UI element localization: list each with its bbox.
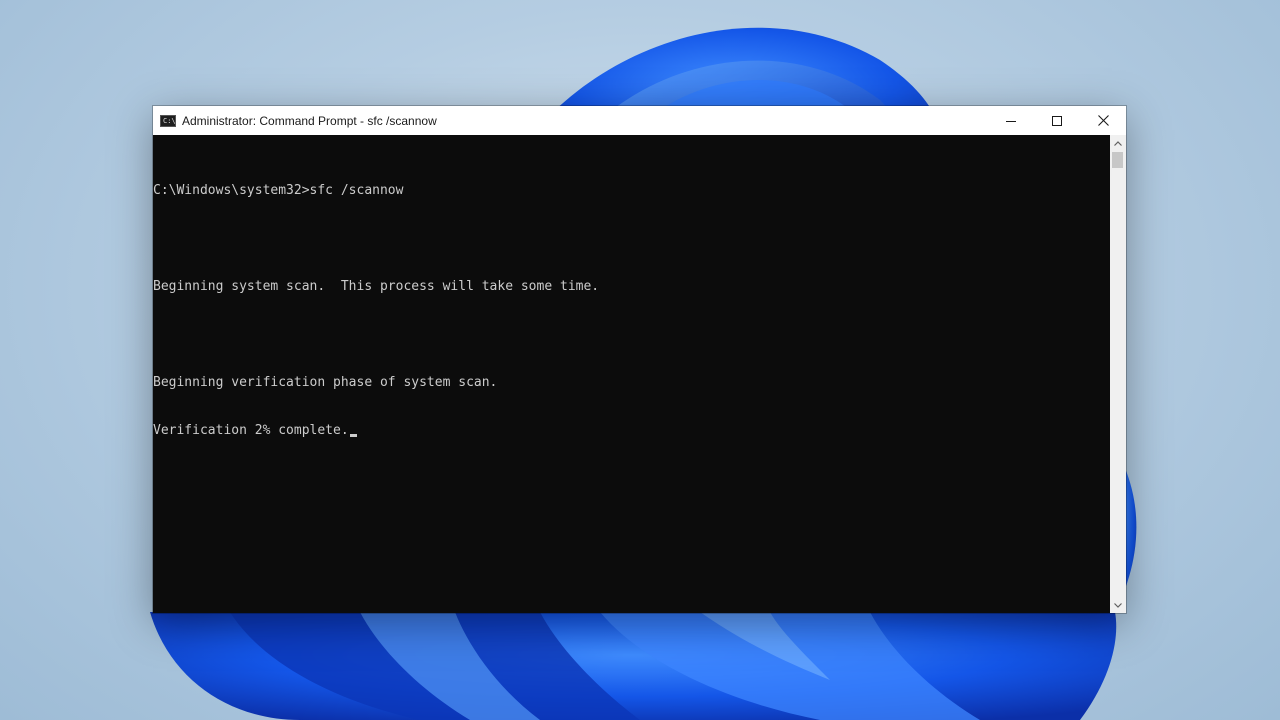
console-line-current: Verification 2% complete. bbox=[153, 423, 1110, 439]
scroll-thumb[interactable] bbox=[1112, 152, 1123, 168]
console-line: Beginning system scan. This process will… bbox=[153, 279, 600, 294]
maximize-icon bbox=[1052, 115, 1062, 126]
vertical-scrollbar[interactable] bbox=[1110, 135, 1126, 613]
console-line: Beginning verification phase of system s… bbox=[153, 375, 498, 390]
app-icon-glyph: C:\ bbox=[163, 116, 176, 125]
caption-buttons bbox=[988, 106, 1126, 135]
maximize-button[interactable] bbox=[1034, 106, 1080, 135]
chevron-up-icon bbox=[1114, 140, 1122, 146]
command-prompt-icon[interactable]: C:\ bbox=[160, 114, 176, 127]
title-bar[interactable]: C:\ Administrator: Command Prompt - sfc … bbox=[153, 106, 1126, 135]
console-line: C:\Windows\system32>sfc /scannow bbox=[153, 183, 404, 198]
console-output[interactable]: C:\Windows\system32>sfc /scannow Beginni… bbox=[153, 135, 1110, 613]
console-line-text: Verification 2% complete. bbox=[153, 423, 349, 438]
text-cursor bbox=[349, 434, 357, 437]
scroll-up-button[interactable] bbox=[1110, 135, 1126, 151]
scroll-down-button[interactable] bbox=[1110, 597, 1126, 613]
desktop: C:\ Administrator: Command Prompt - sfc … bbox=[0, 0, 1280, 720]
minimize-button[interactable] bbox=[988, 106, 1034, 135]
close-icon bbox=[1097, 115, 1109, 126]
window-title: Administrator: Command Prompt - sfc /sca… bbox=[182, 113, 437, 128]
close-button[interactable] bbox=[1080, 106, 1126, 135]
chevron-down-icon bbox=[1114, 602, 1122, 608]
command-prompt-window[interactable]: C:\ Administrator: Command Prompt - sfc … bbox=[153, 106, 1126, 613]
minimize-icon bbox=[1006, 120, 1016, 122]
